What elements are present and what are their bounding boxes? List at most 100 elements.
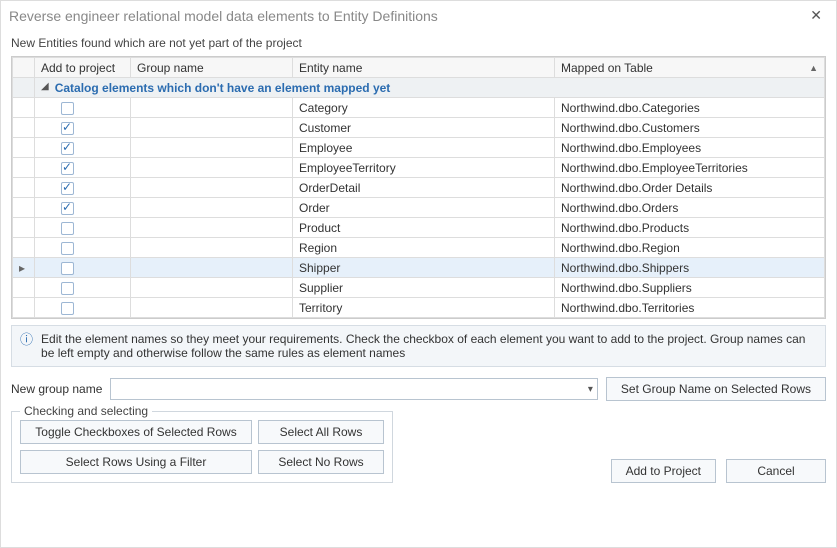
- checking-fieldset: Checking and selecting Toggle Checkboxes…: [11, 411, 393, 483]
- cell-entity-name[interactable]: Territory: [293, 298, 555, 318]
- cell-mapped-on-table[interactable]: Northwind.dbo.Orders: [555, 198, 825, 218]
- table-row[interactable]: OrderDetailNorthwind.dbo.Order Details: [13, 178, 825, 198]
- table-row[interactable]: ▸ ShipperNorthwind.dbo.Shippers: [13, 258, 825, 278]
- row-indicator: ▸: [13, 258, 35, 278]
- cell-add-to-project[interactable]: [35, 218, 131, 238]
- new-group-combo[interactable]: ▾: [110, 378, 598, 400]
- add-checkbox[interactable]: [61, 202, 74, 215]
- add-checkbox[interactable]: [61, 142, 74, 155]
- cell-add-to-project[interactable]: [35, 178, 131, 198]
- cell-mapped-on-table[interactable]: Northwind.dbo.Categories: [555, 98, 825, 118]
- cancel-button[interactable]: Cancel: [726, 459, 826, 483]
- cell-add-to-project[interactable]: [35, 298, 131, 318]
- close-icon[interactable]: ✕: [806, 7, 826, 24]
- cell-entity-name[interactable]: OrderDetail: [293, 178, 555, 198]
- table-row[interactable]: EmployeeTerritoryNorthwind.dbo.EmployeeT…: [13, 158, 825, 178]
- row-indicator: [13, 278, 35, 298]
- row-indicator: [13, 178, 35, 198]
- column-add-label: Add to project: [41, 61, 115, 75]
- cell-group-name[interactable]: [131, 218, 293, 238]
- cell-add-to-project[interactable]: [35, 158, 131, 178]
- new-group-label: New group name: [11, 382, 102, 396]
- table-row[interactable]: TerritoryNorthwind.dbo.Territories: [13, 298, 825, 318]
- titlebar: Reverse engineer relational model data e…: [1, 1, 836, 30]
- cell-group-name[interactable]: [131, 138, 293, 158]
- row-indicator: [13, 98, 35, 118]
- add-checkbox[interactable]: [61, 242, 74, 255]
- column-group-label: Group name: [137, 61, 204, 75]
- cell-group-name[interactable]: [131, 298, 293, 318]
- table-row[interactable]: SupplierNorthwind.dbo.Suppliers: [13, 278, 825, 298]
- column-entity-name[interactable]: Entity name: [293, 58, 555, 78]
- cell-entity-name[interactable]: Region: [293, 238, 555, 258]
- cell-group-name[interactable]: [131, 178, 293, 198]
- row-indicator: [13, 138, 35, 158]
- cell-entity-name[interactable]: Employee: [293, 138, 555, 158]
- collapse-icon[interactable]: ◢: [41, 81, 49, 92]
- row-indicator: [13, 118, 35, 138]
- add-checkbox[interactable]: [61, 282, 74, 295]
- table-row[interactable]: RegionNorthwind.dbo.Region: [13, 238, 825, 258]
- cell-add-to-project[interactable]: [35, 138, 131, 158]
- info-panel: ⓘ Edit the element names so they meet yo…: [11, 325, 826, 367]
- table-row[interactable]: EmployeeNorthwind.dbo.Employees: [13, 138, 825, 158]
- cell-entity-name[interactable]: Product: [293, 218, 555, 238]
- row-indicator: [13, 158, 35, 178]
- add-to-project-button[interactable]: Add to Project: [611, 459, 716, 483]
- cell-group-name[interactable]: [131, 258, 293, 278]
- add-checkbox[interactable]: [61, 302, 74, 315]
- toggle-checkboxes-button[interactable]: Toggle Checkboxes of Selected Rows: [20, 420, 252, 444]
- cell-mapped-on-table[interactable]: Northwind.dbo.Customers: [555, 118, 825, 138]
- table-row[interactable]: OrderNorthwind.dbo.Orders: [13, 198, 825, 218]
- cell-group-name[interactable]: [131, 278, 293, 298]
- select-filter-button[interactable]: Select Rows Using a Filter: [20, 450, 252, 474]
- add-checkbox[interactable]: [61, 222, 74, 235]
- table-row[interactable]: ProductNorthwind.dbo.Products: [13, 218, 825, 238]
- add-checkbox[interactable]: [61, 162, 74, 175]
- cell-mapped-on-table[interactable]: Northwind.dbo.Order Details: [555, 178, 825, 198]
- cell-group-name[interactable]: [131, 238, 293, 258]
- cell-add-to-project[interactable]: [35, 278, 131, 298]
- table-row[interactable]: CustomerNorthwind.dbo.Customers: [13, 118, 825, 138]
- info-text: Edit the element names so they meet your…: [41, 332, 817, 360]
- cell-entity-name[interactable]: EmployeeTerritory: [293, 158, 555, 178]
- cell-entity-name[interactable]: Supplier: [293, 278, 555, 298]
- cell-mapped-on-table[interactable]: Northwind.dbo.Products: [555, 218, 825, 238]
- table-row[interactable]: CategoryNorthwind.dbo.Categories: [13, 98, 825, 118]
- cell-add-to-project[interactable]: [35, 258, 131, 278]
- cell-add-to-project[interactable]: [35, 198, 131, 218]
- column-group-name[interactable]: Group name: [131, 58, 293, 78]
- group-header-text: Catalog elements which don't have an ele…: [55, 81, 391, 95]
- dialog-content: New Entities found which are not yet par…: [1, 30, 836, 547]
- info-icon: ⓘ: [20, 333, 33, 346]
- cell-add-to-project[interactable]: [35, 238, 131, 258]
- cell-mapped-on-table[interactable]: Northwind.dbo.Region: [555, 238, 825, 258]
- cell-group-name[interactable]: [131, 158, 293, 178]
- cell-mapped-on-table[interactable]: Northwind.dbo.Territories: [555, 298, 825, 318]
- column-mapped-on-table[interactable]: Mapped on Table▲: [555, 58, 825, 78]
- cell-entity-name[interactable]: Customer: [293, 118, 555, 138]
- cell-add-to-project[interactable]: [35, 118, 131, 138]
- new-group-row: New group name ▾ Set Group Name on Selec…: [11, 377, 826, 401]
- cell-entity-name[interactable]: Shipper: [293, 258, 555, 278]
- cell-mapped-on-table[interactable]: Northwind.dbo.EmployeeTerritories: [555, 158, 825, 178]
- select-none-button[interactable]: Select No Rows: [258, 450, 384, 474]
- cell-group-name[interactable]: [131, 98, 293, 118]
- cell-mapped-on-table[interactable]: Northwind.dbo.Employees: [555, 138, 825, 158]
- cell-entity-name[interactable]: Order: [293, 198, 555, 218]
- cell-group-name[interactable]: [131, 198, 293, 218]
- cell-group-name[interactable]: [131, 118, 293, 138]
- add-checkbox[interactable]: [61, 122, 74, 135]
- add-checkbox[interactable]: [61, 262, 74, 275]
- cell-mapped-on-table[interactable]: Northwind.dbo.Shippers: [555, 258, 825, 278]
- select-all-button[interactable]: Select All Rows: [258, 420, 384, 444]
- cell-entity-name[interactable]: Category: [293, 98, 555, 118]
- entities-grid: Add to project Group name Entity name Ma…: [11, 56, 826, 319]
- group-header-row[interactable]: ◢ Catalog elements which don't have an e…: [13, 78, 825, 98]
- add-checkbox[interactable]: [61, 182, 74, 195]
- cell-add-to-project[interactable]: [35, 98, 131, 118]
- cell-mapped-on-table[interactable]: Northwind.dbo.Suppliers: [555, 278, 825, 298]
- add-checkbox[interactable]: [61, 102, 74, 115]
- column-add-to-project[interactable]: Add to project: [35, 58, 131, 78]
- set-group-button[interactable]: Set Group Name on Selected Rows: [606, 377, 826, 401]
